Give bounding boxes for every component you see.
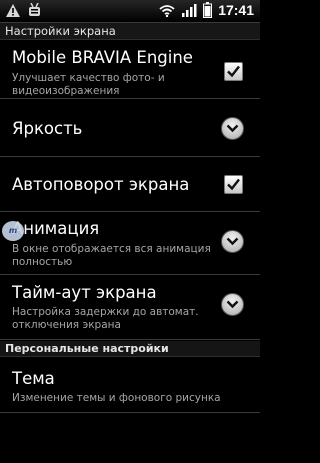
animation-dropdown[interactable] [221,230,244,253]
checkmark-icon [227,178,240,191]
setting-summary: Улучшает качество фото- и видеоизображен… [12,72,165,97]
setting-screen-timeout[interactable]: Тайм-аут экрана Настройка задержки до ав… [0,276,260,340]
setting-theme[interactable]: Тема Изменение темы и фонового рисунка [0,358,260,413]
setting-title: Mobile BRAVIA Engine [12,48,193,67]
chevron-down-icon [226,124,239,133]
chevron-down-icon [226,300,239,309]
setting-summary: Настройка задержки до автомат. отключени… [12,306,199,331]
auto-rotate-checkbox[interactable] [224,175,243,194]
bravia-checkbox[interactable] [224,62,243,81]
checkmark-icon [227,65,240,78]
wifi-icon [159,4,175,17]
setting-title: Анимация [12,219,100,238]
section-header-personal: Персональные настройки [0,341,260,357]
battery-icon [203,2,213,18]
screen-title: Настройки экрана [0,23,260,40]
setting-bravia-engine[interactable]: Mobile BRAVIA Engine Улучшает качество ф… [0,41,260,99]
brightness-dropdown[interactable] [221,117,244,140]
setting-summary: Изменение темы и фонового рисунка [12,392,221,404]
setting-title: Яркость [12,119,83,138]
clock: 17:41 [218,2,254,18]
setting-title: Тема [12,369,55,388]
setting-title: Автоповорот экрана [12,175,190,194]
setting-title: Тайм-аут экрана [12,283,157,302]
chevron-down-icon [226,237,239,246]
warning-icon [6,3,20,17]
setting-auto-rotate[interactable]: Автоповорот экрана [0,158,260,212]
usb-debug-icon [29,3,40,16]
signal-icon [182,4,197,17]
setting-animation[interactable]: Анимация В окне отображается вся анимаци… [0,213,260,275]
timeout-dropdown[interactable] [221,293,244,316]
setting-summary: В окне отображается вся анимация полност… [12,243,211,268]
watermark-logo: m [2,221,24,241]
setting-brightness[interactable]: Яркость [0,100,260,157]
status-bar: 17:41 [0,0,260,23]
